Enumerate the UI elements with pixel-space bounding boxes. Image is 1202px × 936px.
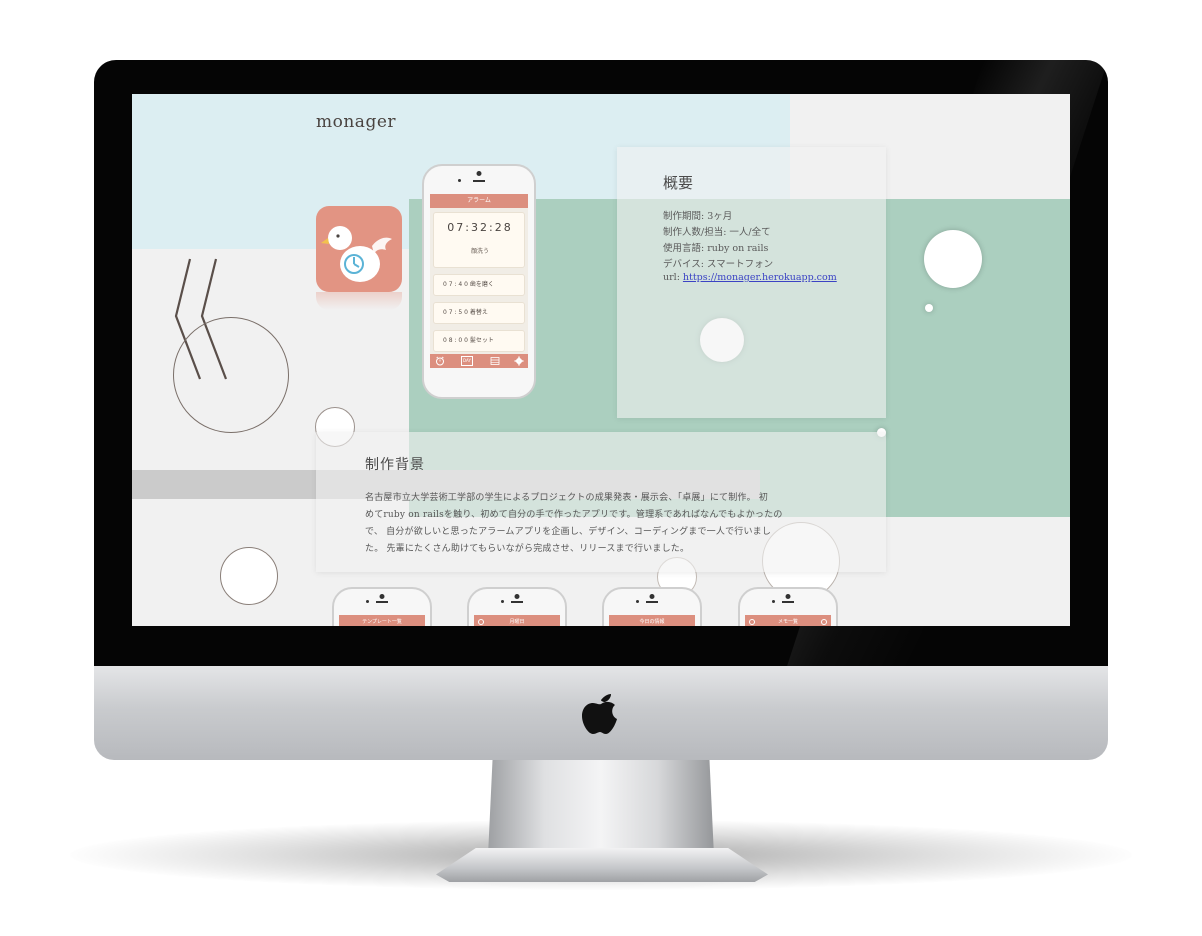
background-title: 制作背景 xyxy=(365,457,425,473)
apple-logo-icon xyxy=(582,694,617,734)
prev-arrow-icon[interactable] xyxy=(749,619,755,625)
prev-arrow-icon[interactable] xyxy=(478,619,484,625)
gear-icon[interactable] xyxy=(514,356,524,366)
phone-speaker xyxy=(473,180,485,182)
phone-sensor xyxy=(772,600,775,603)
alarm-clock-icon[interactable] xyxy=(435,356,445,366)
phone-speaker xyxy=(511,601,523,603)
alarm-item[interactable]: 0 8 : 0 0 髪セット xyxy=(433,330,525,352)
phone-speaker xyxy=(646,601,658,603)
alarm-item[interactable]: 0 7 : 5 0 着替え xyxy=(433,302,525,324)
background-text-line: 名古屋市立大学芸術工学部の学生によるプロジェクトの成果発表・展示会、「卓展」にて… xyxy=(365,493,769,503)
phone-camera xyxy=(785,594,791,599)
phone-camera xyxy=(514,594,520,599)
screenshot-phone-monday[interactable]: 月曜日 xyxy=(467,587,567,626)
site-logo[interactable]: monager xyxy=(316,112,396,132)
screenshot-phone-today[interactable]: 今日の情報 xyxy=(602,587,702,626)
phone-sensor xyxy=(636,600,639,603)
app-header: アラーム xyxy=(430,194,528,208)
screenshot-phone-memos[interactable]: メモ一覧 xyxy=(738,587,838,626)
list-icon[interactable] xyxy=(490,356,500,366)
background-text-line: めてruby on railsを触り、初めて自分の手で作ったアプリです。管理系で… xyxy=(365,510,783,520)
decorative-bubble xyxy=(925,304,933,312)
clock-card: 07:32:28 顔洗う xyxy=(433,212,525,268)
phone-sensor xyxy=(458,179,461,182)
app-icon xyxy=(316,206,402,292)
overview-language: 使用言語: ruby on rails xyxy=(663,243,769,254)
overview-url-row: url: https://monager.herokuapp.com xyxy=(663,272,837,283)
phone-camera xyxy=(649,594,655,599)
phone-camera xyxy=(379,594,385,599)
bird-clock-icon xyxy=(321,226,392,282)
clock-time: 07:32:28 xyxy=(447,221,513,234)
app-icon-reflection xyxy=(316,292,402,310)
phone-camera xyxy=(476,171,482,176)
overview-device: デバイス: スマートフォン xyxy=(663,259,774,270)
screenshot-header: テンプレート一覧 xyxy=(339,615,425,626)
decorative-bubble xyxy=(924,230,982,288)
clock-current-task: 顔洗う xyxy=(470,248,489,255)
next-arrow-icon[interactable] xyxy=(821,619,827,625)
screenshot-header: メモ一覧 xyxy=(745,615,831,626)
alarm-item[interactable]: 0 7 : 4 0 歯を磨く xyxy=(433,274,525,296)
background-text-line: で、 自分が欲しいと思ったアラームアプリを企画し、デザイン、コーディングまで一人… xyxy=(365,527,772,537)
website-screen: monager アラーム 07:32:28 顔洗う 0 7: 4 0 歯を磨く… xyxy=(132,94,1070,626)
overview-url-link[interactable]: https://monager.herokuapp.com xyxy=(683,272,837,283)
overview-url-label: url: xyxy=(663,272,683,283)
phone-sensor xyxy=(366,600,369,603)
phone-mockup: アラーム 07:32:28 顔洗う 0 7 : 4 0 歯を磨く 0 7 : 5… xyxy=(422,164,536,399)
overview-title: 概要 xyxy=(663,174,694,192)
screenshot-header: 今日の情報 xyxy=(609,615,695,626)
overview-team: 制作人数/担当: 一人/全て xyxy=(663,227,771,238)
screenshot-phone-templates[interactable]: テンプレート一覧 xyxy=(332,587,432,626)
decorative-ring-small xyxy=(220,547,278,605)
screenshot-header: 月曜日 xyxy=(474,615,560,626)
phone-screen: アラーム 07:32:28 顔洗う 0 7 : 4 0 歯を磨く 0 7 : 5… xyxy=(430,194,528,368)
phone-speaker xyxy=(376,601,388,603)
calendar-day-icon[interactable]: DAY xyxy=(461,356,473,366)
phone-sensor xyxy=(501,600,504,603)
background-text-line: た。 先輩にたくさん助けてもらいながら完成させ、リリースまで行いました。 xyxy=(365,544,690,554)
monitor-stand-base xyxy=(436,848,768,882)
decorative-ring-large xyxy=(173,317,289,433)
overview-period: 制作期間: 3ヶ月 xyxy=(663,211,733,222)
monitor-stand-neck xyxy=(488,760,714,856)
phone-speaker xyxy=(782,601,794,603)
app-tab-bar: DAY xyxy=(430,354,528,368)
